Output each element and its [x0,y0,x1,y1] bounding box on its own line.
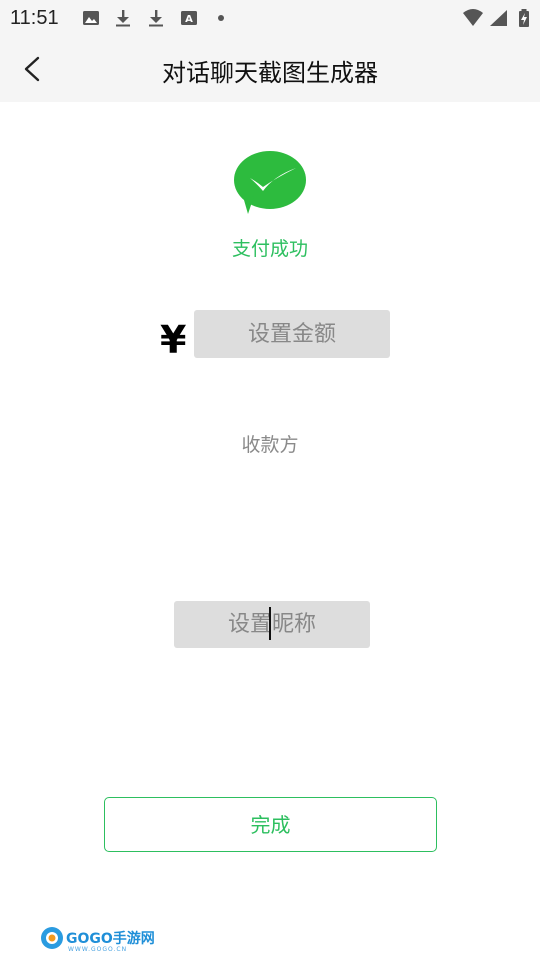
status-bar: 11:51 A [0,0,540,36]
download-icon [149,10,163,27]
wifi-icon [463,9,483,26]
wechat-pay-logo-icon [234,151,306,214]
watermark-brand: GOGO手游网 [66,931,155,947]
signal-icon [490,10,507,26]
app-bar: 对话聊天截图生成器 [0,36,540,102]
done-button[interactable]: 完成 [104,797,437,852]
dot-icon [218,15,224,21]
image-icon [83,11,99,25]
amount-input[interactable] [194,310,390,358]
status-time: 11:51 [10,7,59,29]
currency-symbol: ¥ [160,318,187,362]
payment-status-text: 支付成功 [231,238,308,260]
download-icon [116,10,130,27]
watermark-sub: WWW.GOGO.CN [68,946,128,953]
receiver-label: 收款方 [241,434,299,456]
nickname-input[interactable] [174,601,370,648]
svg-text:A: A [185,14,193,25]
a-icon: A [181,11,197,25]
page-title: 对话聊天截图生成器 [162,59,378,87]
text-cursor [269,607,271,640]
battery-icon [519,9,529,27]
